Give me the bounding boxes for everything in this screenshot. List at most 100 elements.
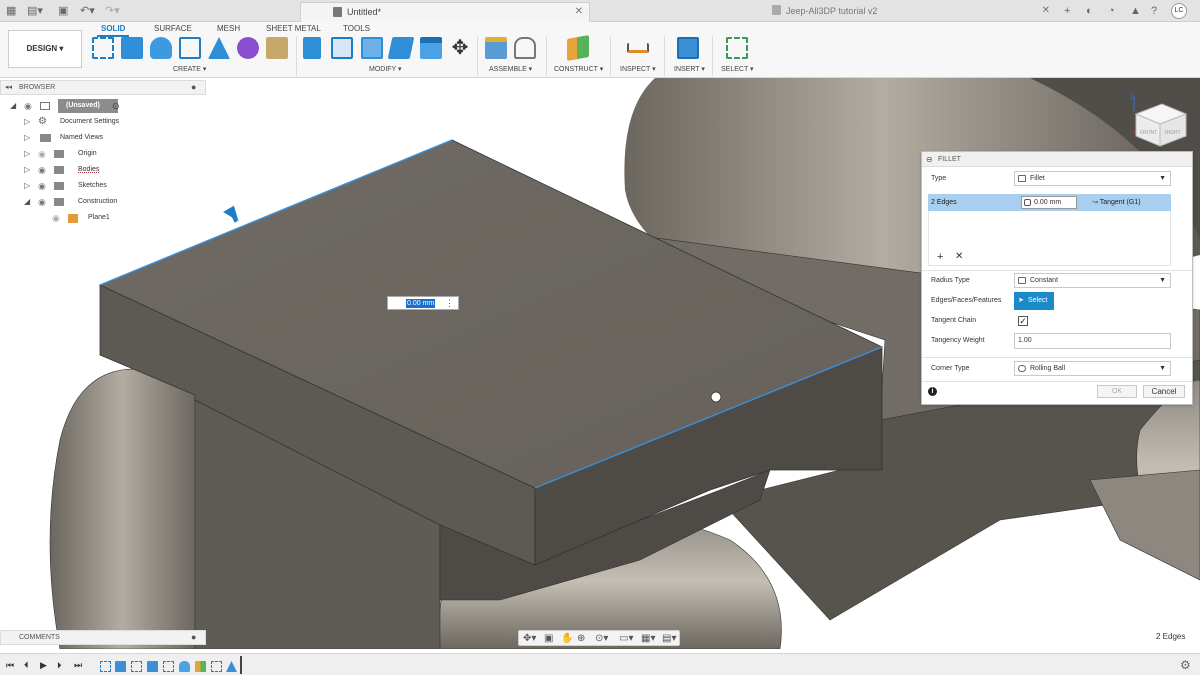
- sweep-icon[interactable]: [179, 37, 201, 59]
- expand-icon[interactable]: ▷: [24, 163, 30, 177]
- timeline-sketch-icon[interactable]: [100, 661, 111, 672]
- display-settings-icon[interactable]: ▭▾: [619, 632, 633, 645]
- combine-icon[interactable]: [420, 37, 442, 59]
- design-workspace-button[interactable]: DESIGN ▾: [8, 30, 82, 68]
- tree-item-bodies[interactable]: ▷ ◉ Bodies: [24, 163, 204, 177]
- close-icon[interactable]: ✕: [575, 3, 583, 21]
- edge-marker-icon[interactable]: [710, 391, 722, 403]
- tree-item-construction[interactable]: ◢ ◉ Construction: [24, 195, 204, 209]
- assemble-menu[interactable]: ASSEMBLE ▾: [489, 65, 532, 75]
- new-tab-icon[interactable]: +: [1064, 4, 1070, 18]
- tree-item-root[interactable]: ◢ ◉ (Unsaved) ⊙: [10, 99, 210, 113]
- ok-button[interactable]: OK: [1097, 385, 1137, 398]
- notifications-icon[interactable]: ▲: [1130, 4, 1141, 18]
- go-to-end-icon[interactable]: ⏭: [74, 659, 82, 671]
- tree-item-origin[interactable]: ▷ ◉ Origin: [24, 147, 204, 161]
- save-icon[interactable]: ▣: [58, 4, 68, 18]
- expand-icon[interactable]: ▷: [24, 179, 30, 193]
- press-pull-icon[interactable]: [303, 37, 321, 59]
- insert-menu[interactable]: INSERT ▾: [674, 65, 705, 75]
- pan-icon[interactable]: ✋: [561, 632, 573, 645]
- visibility-icon[interactable]: ◉: [38, 163, 46, 177]
- step-back-icon[interactable]: ⏴: [24, 659, 29, 671]
- tab-solid[interactable]: SOLID: [97, 24, 130, 37]
- add-icon[interactable]: +: [937, 251, 943, 263]
- more-options-icon[interactable]: ⋮: [445, 297, 454, 309]
- expand-icon[interactable]: ▷: [24, 115, 30, 129]
- construct-menu[interactable]: CONSTRUCT ▾: [554, 65, 603, 75]
- expand-icon[interactable]: ▷: [24, 131, 30, 145]
- move-icon[interactable]: ✥: [449, 37, 471, 59]
- timeline-plane-icon[interactable]: [195, 661, 206, 672]
- go-to-start-icon[interactable]: ⏮: [6, 659, 14, 671]
- timeline-sketch-icon[interactable]: [211, 661, 222, 672]
- viewports-icon[interactable]: ▤▾: [662, 632, 676, 645]
- app-grid-icon[interactable]: ▦: [6, 4, 16, 18]
- job-status-icon[interactable]: ◔: [1108, 4, 1115, 18]
- extrude-icon[interactable]: [121, 37, 143, 59]
- redo-icon[interactable]: ↷▾: [105, 4, 120, 18]
- select-menu[interactable]: SELECT ▾: [721, 65, 754, 75]
- play-icon[interactable]: ▶: [40, 659, 47, 671]
- insert-image-icon[interactable]: [677, 37, 699, 59]
- info-icon[interactable]: i: [928, 387, 937, 396]
- tree-item-plane1[interactable]: ◉ Plane1: [50, 211, 200, 225]
- chamfer-icon[interactable]: [361, 37, 383, 59]
- form-icon[interactable]: [237, 37, 259, 59]
- new-component-icon[interactable]: [485, 37, 507, 59]
- continuity-dropdown[interactable]: ↝ Tangent (G1): [1092, 194, 1141, 211]
- modify-menu[interactable]: MODIFY ▾: [369, 65, 402, 75]
- tab-mesh[interactable]: MESH: [217, 24, 240, 34]
- pin-icon[interactable]: ●: [191, 631, 196, 644]
- undo-icon[interactable]: ↶▾: [80, 4, 95, 18]
- select-button[interactable]: ➤ Select: [1014, 292, 1054, 310]
- select-window-icon[interactable]: [726, 37, 748, 59]
- expand-icon[interactable]: ◢: [24, 195, 30, 209]
- timeline-extrude-icon[interactable]: [147, 661, 158, 672]
- fillet-drag-arrow-icon[interactable]: [223, 205, 239, 223]
- tangency-weight-input[interactable]: 1.00: [1014, 333, 1171, 349]
- zoom-icon[interactable]: ⊕: [577, 632, 585, 645]
- tab-tools[interactable]: TOOLS: [343, 24, 370, 34]
- grid-settings-icon[interactable]: ▦▾: [641, 632, 655, 645]
- edges-selection-row[interactable]: 2 Edges 0.00 mm ↝ Tangent (G1): [928, 194, 1171, 211]
- offset-plane-icon[interactable]: [567, 35, 589, 61]
- tab-sheet-metal[interactable]: SHEET METAL: [266, 24, 321, 34]
- remove-icon[interactable]: ✕: [955, 251, 963, 262]
- view-cube[interactable]: FRONT RIGHT Z: [1128, 90, 1196, 150]
- avatar[interactable]: LC: [1171, 3, 1187, 19]
- generative-icon[interactable]: [266, 37, 288, 59]
- file-menu-icon[interactable]: ▤▾: [27, 4, 43, 18]
- extensions-icon[interactable]: ◐: [1086, 4, 1093, 18]
- fillet-header[interactable]: ⊖ FILLET: [922, 152, 1192, 167]
- comments-panel[interactable]: COMMENTS ●: [0, 630, 206, 645]
- visibility-icon[interactable]: ◉: [38, 147, 46, 161]
- shell-icon[interactable]: [387, 37, 415, 59]
- radius-type-dropdown[interactable]: Constant ▼: [1014, 273, 1171, 288]
- loft-icon[interactable]: [208, 37, 230, 59]
- radius-inline-value[interactable]: 0.00 mm: [406, 299, 436, 308]
- radius-inline-input[interactable]: 0.00 mm ⋮: [387, 296, 459, 310]
- tab-surface[interactable]: SURFACE: [154, 24, 192, 34]
- tab-untitled[interactable]: Untitled* ✕: [300, 2, 590, 22]
- revolve-icon[interactable]: [150, 37, 172, 59]
- collapse-icon[interactable]: ⊖: [926, 152, 933, 167]
- joint-icon[interactable]: [514, 37, 536, 59]
- tree-item-document-settings[interactable]: ▷ ⚙ Document Settings: [24, 115, 204, 129]
- radius-input[interactable]: 0.00 mm: [1021, 196, 1077, 209]
- timeline-extrude-icon[interactable]: [115, 661, 126, 672]
- timeline-revolve-icon[interactable]: [179, 661, 190, 672]
- create-menu[interactable]: CREATE ▾: [173, 65, 206, 75]
- close-icon[interactable]: ✕: [1042, 2, 1050, 20]
- tree-item-sketches[interactable]: ▷ ◉ Sketches: [24, 179, 204, 193]
- expand-icon[interactable]: ◢: [10, 99, 16, 113]
- cancel-button[interactable]: Cancel: [1143, 385, 1185, 398]
- measure-icon[interactable]: [627, 43, 649, 53]
- expand-icon[interactable]: ▷: [24, 147, 30, 161]
- timeline-loft-icon[interactable]: [226, 661, 237, 672]
- create-sketch-icon[interactable]: [92, 37, 114, 59]
- orbit-icon[interactable]: ✥▾: [523, 632, 536, 645]
- corner-type-dropdown[interactable]: Rolling Ball ▼: [1014, 361, 1171, 376]
- look-at-icon[interactable]: ▣: [544, 632, 553, 645]
- collapse-icon[interactable]: ◂◂: [5, 81, 12, 94]
